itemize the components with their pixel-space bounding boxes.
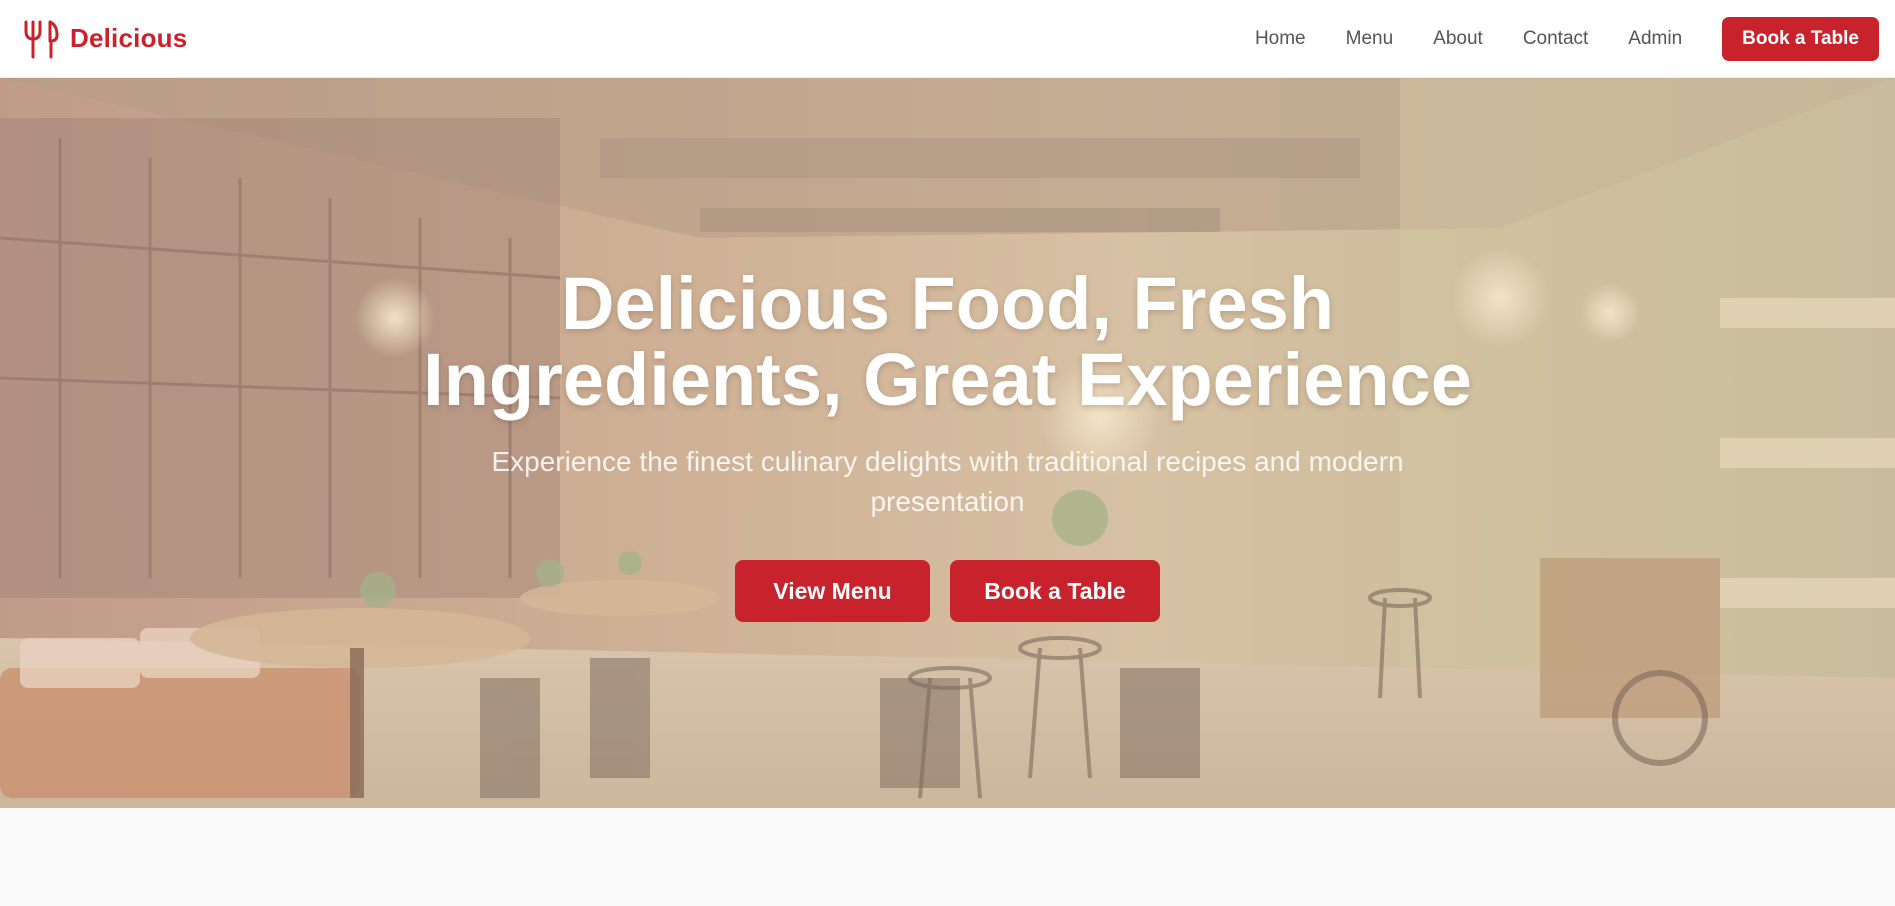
nav-link-contact[interactable]: Contact: [1523, 28, 1588, 50]
nav-link-home[interactable]: Home: [1255, 28, 1306, 50]
book-table-hero-button[interactable]: Book a Table: [950, 560, 1160, 622]
hero-buttons: View Menu Book a Table: [735, 560, 1160, 622]
nav-link-menu[interactable]: Menu: [1346, 28, 1394, 50]
brand-logo[interactable]: Delicious: [22, 19, 187, 59]
fork-knife-icon: [24, 20, 59, 58]
hero-subtitle: Experience the finest culinary delights …: [491, 446, 1404, 517]
nav-links: Home Menu About Contact Admin: [1255, 28, 1682, 50]
hero-title: Delicious Food, Fresh Ingredients, Great…: [423, 262, 1472, 421]
hero-section: Delicious Food, Fresh Ingredients, Great…: [0, 78, 1895, 808]
view-menu-button[interactable]: View Menu: [735, 560, 930, 622]
nav-link-admin[interactable]: Admin: [1628, 28, 1682, 50]
book-table-nav-button[interactable]: Book a Table: [1722, 16, 1879, 61]
content-section-start: [0, 808, 1895, 906]
main-nav: Home Menu About Contact Admin Book a Tab…: [1255, 16, 1879, 61]
brand-name: Delicious: [70, 23, 188, 53]
hero-content: Delicious Food, Fresh Ingredients, Great…: [0, 266, 1895, 622]
nav-link-about[interactable]: About: [1433, 28, 1483, 50]
navbar: Delicious Home Menu About Contact Admin …: [0, 0, 1895, 78]
